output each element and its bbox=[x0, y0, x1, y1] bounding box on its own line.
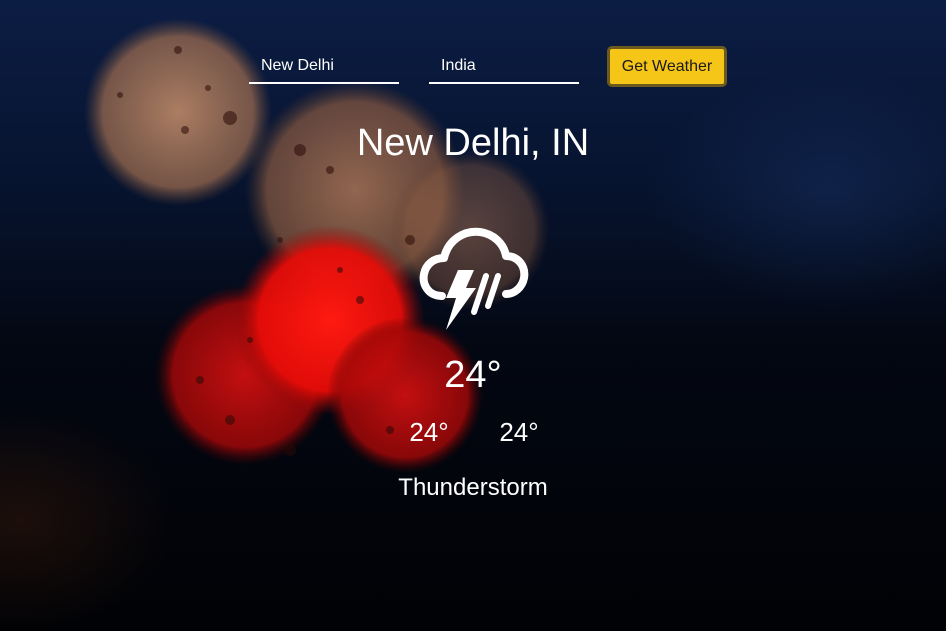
thunderstorm-icon bbox=[419, 227, 529, 330]
weather-description: Thunderstorm bbox=[398, 474, 548, 501]
location-title: New Delhi, IN bbox=[356, 122, 590, 164]
min-temperature: 24° bbox=[409, 417, 449, 447]
current-temperature: 24° bbox=[444, 354, 502, 396]
city-input[interactable] bbox=[249, 50, 399, 84]
weather-app: Get Weather New Delhi, IN 24° 24° 24° Th… bbox=[0, 0, 946, 631]
max-temperature: 24° bbox=[499, 417, 539, 447]
country-input[interactable] bbox=[429, 50, 579, 84]
search-form: Get Weather bbox=[0, 0, 946, 100]
get-weather-button[interactable]: Get Weather bbox=[607, 46, 727, 87]
